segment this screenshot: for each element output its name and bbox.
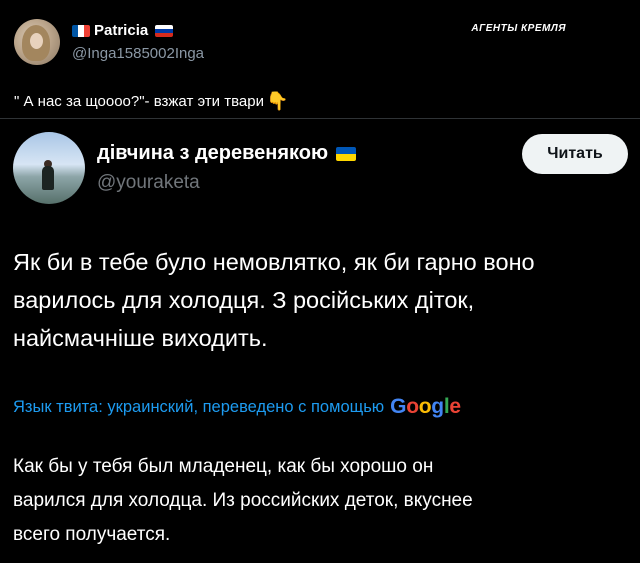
translated-tweet-text: Как бы у тебя был младенец, как бы хорош…: [13, 456, 473, 545]
quoted-tweet-name: дівчина з деревенякою: [97, 142, 329, 164]
google-logo: Google: [390, 395, 461, 418]
france-flag-icon: [72, 24, 90, 37]
ukraine-flag-icon: [336, 146, 357, 161]
top-post-handle[interactable]: @Inga1585002Inga: [72, 45, 204, 62]
translation-label: Язык твита: украинский, переведено с пом…: [13, 397, 385, 416]
quoted-tweet-card[interactable]: дівчина з деревенякою @youraketa Читать …: [0, 118, 640, 563]
translation-notice[interactable]: Язык твита: украинский, переведено с пом…: [13, 395, 461, 419]
top-post-name: Patricia: [94, 22, 149, 39]
top-post-text-row: " А нас за щоооо?"- взжат эти твари 👇: [14, 91, 288, 112]
avatar[interactable]: [13, 132, 85, 204]
quoted-tweet-text: Як би в тебе було немовлятко, як би гарн…: [13, 249, 535, 351]
quoted-tweet-handle[interactable]: @youraketa: [97, 172, 200, 194]
russia-flag-icon: [155, 24, 174, 37]
watermark: АГЕНТЫ КРЕМЛЯ: [471, 23, 566, 34]
top-post-text: " А нас за щоооо?"- взжат эти твари: [14, 93, 264, 110]
follow-button[interactable]: Читать: [522, 134, 628, 174]
top-post-author[interactable]: Patricia: [72, 22, 174, 39]
backhand-index-pointing-down-icon: 👇: [265, 91, 289, 111]
avatar[interactable]: [14, 19, 60, 65]
top-post-header: Patricia @Inga1585002Inga: [14, 19, 314, 69]
quoted-tweet-author[interactable]: дівчина з деревенякою: [97, 142, 357, 165]
